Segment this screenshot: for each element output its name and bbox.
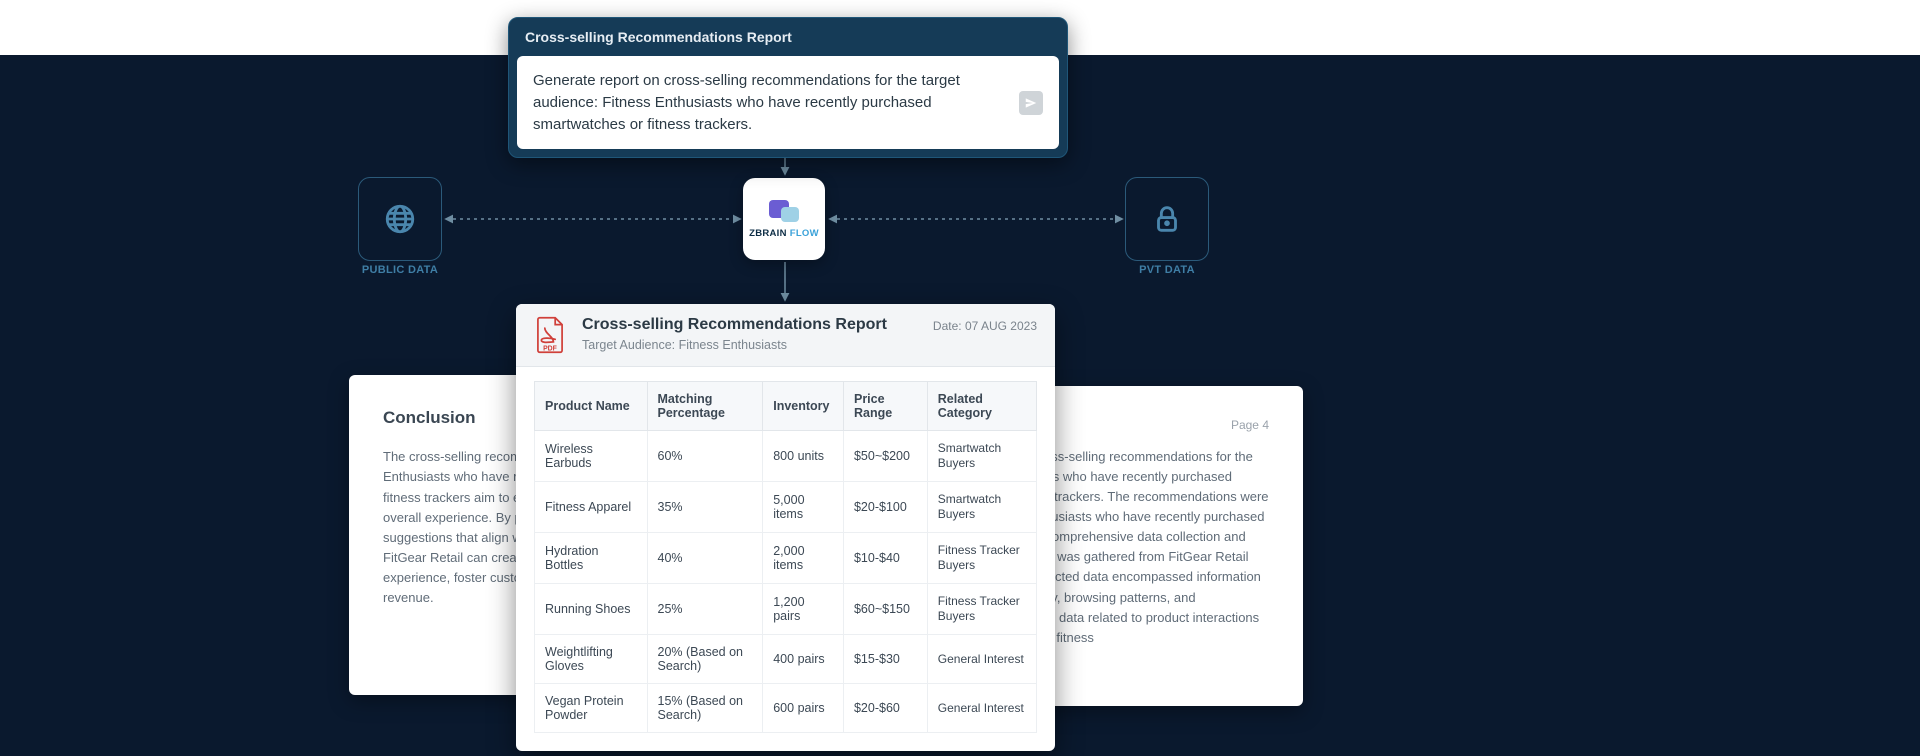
- private-data-node: PVT DATA: [1125, 177, 1209, 261]
- cell: $20-$100: [843, 482, 927, 533]
- public-data-label: PUBLIC DATA: [340, 264, 460, 276]
- cell: 35%: [647, 482, 763, 533]
- report-subtitle: Target Audience: Fitness Enthusiasts: [582, 338, 919, 352]
- table-row: Fitness Apparel35%5,000 items$20-$100Sma…: [535, 482, 1037, 533]
- send-button[interactable]: [1019, 91, 1043, 115]
- table-row: Running Shoes25%1,200 pairs$60~$150Fitne…: [535, 584, 1037, 635]
- cell: 800 units: [763, 431, 844, 482]
- cell: Wireless Earbuds: [535, 431, 648, 482]
- cell: $20-$60: [843, 684, 927, 733]
- cell: 60%: [647, 431, 763, 482]
- cell: $15-$30: [843, 635, 927, 684]
- cell: Smartwatch Buyers: [927, 482, 1036, 533]
- cell: Fitness Tracker Buyers: [927, 533, 1036, 584]
- table-row: Weightlifting Gloves20% (Based on Search…: [535, 635, 1037, 684]
- zbrain-flow-node: ZBRAIN FLOW: [743, 178, 825, 260]
- report-date: Date: 07 AUG 2023: [933, 319, 1037, 333]
- cell: Weightlifting Gloves: [535, 635, 648, 684]
- private-data-label: PVT DATA: [1107, 264, 1227, 276]
- prompt-text[interactable]: Generate report on cross-selling recomme…: [533, 70, 1009, 135]
- cell: General Interest: [927, 684, 1036, 733]
- cell: Smartwatch Buyers: [927, 431, 1036, 482]
- send-icon: [1024, 96, 1038, 110]
- cell: Vegan Protein Powder: [535, 684, 648, 733]
- col-matching-percentage: Matching Percentage: [647, 382, 763, 431]
- zbrain-icon: [769, 200, 799, 222]
- pdf-icon: PDF: [532, 316, 568, 354]
- cell: 15% (Based on Search): [647, 684, 763, 733]
- globe-icon: [383, 202, 417, 236]
- cell: Running Shoes: [535, 584, 648, 635]
- svg-text:PDF: PDF: [543, 346, 557, 353]
- cell: $10-$40: [843, 533, 927, 584]
- col-price-range: Price Range: [843, 382, 927, 431]
- cell: 400 pairs: [763, 635, 844, 684]
- zbrain-label: ZBRAIN FLOW: [749, 228, 819, 239]
- cell: 2,000 items: [763, 533, 844, 584]
- cell: Fitness Tracker Buyers: [927, 584, 1036, 635]
- cell: $60~$150: [843, 584, 927, 635]
- cell: 1,200 pairs: [763, 584, 844, 635]
- cell: General Interest: [927, 635, 1036, 684]
- recommendations-table: Product Name Matching Percentage Invento…: [534, 381, 1037, 733]
- col-related-category: Related Category: [927, 382, 1036, 431]
- cell: 5,000 items: [763, 482, 844, 533]
- public-data-node: PUBLIC DATA: [358, 177, 442, 261]
- lock-icon: [1150, 202, 1184, 236]
- cell: 40%: [647, 533, 763, 584]
- table-row: Vegan Protein Powder15% (Based on Search…: [535, 684, 1037, 733]
- report-header: PDF Cross-selling Recommendations Report…: [516, 304, 1055, 367]
- table-row: Wireless Earbuds60%800 units$50~$200Smar…: [535, 431, 1037, 482]
- prompt-title: Cross-selling Recommendations Report: [509, 18, 1067, 56]
- prompt-input-area: Generate report on cross-selling recomme…: [517, 56, 1059, 149]
- cell: 600 pairs: [763, 684, 844, 733]
- cell: 25%: [647, 584, 763, 635]
- col-product-name: Product Name: [535, 382, 648, 431]
- prompt-card: Cross-selling Recommendations Report Gen…: [508, 17, 1068, 158]
- table-row: Hydration Bottles40%2,000 items$10-$40Fi…: [535, 533, 1037, 584]
- cell: Fitness Apparel: [535, 482, 648, 533]
- report-card: PDF Cross-selling Recommendations Report…: [516, 304, 1055, 751]
- report-title: Cross-selling Recommendations Report: [582, 316, 919, 334]
- cell: Hydration Bottles: [535, 533, 648, 584]
- table-header-row: Product Name Matching Percentage Invento…: [535, 382, 1037, 431]
- cell: 20% (Based on Search): [647, 635, 763, 684]
- cell: $50~$200: [843, 431, 927, 482]
- col-inventory: Inventory: [763, 382, 844, 431]
